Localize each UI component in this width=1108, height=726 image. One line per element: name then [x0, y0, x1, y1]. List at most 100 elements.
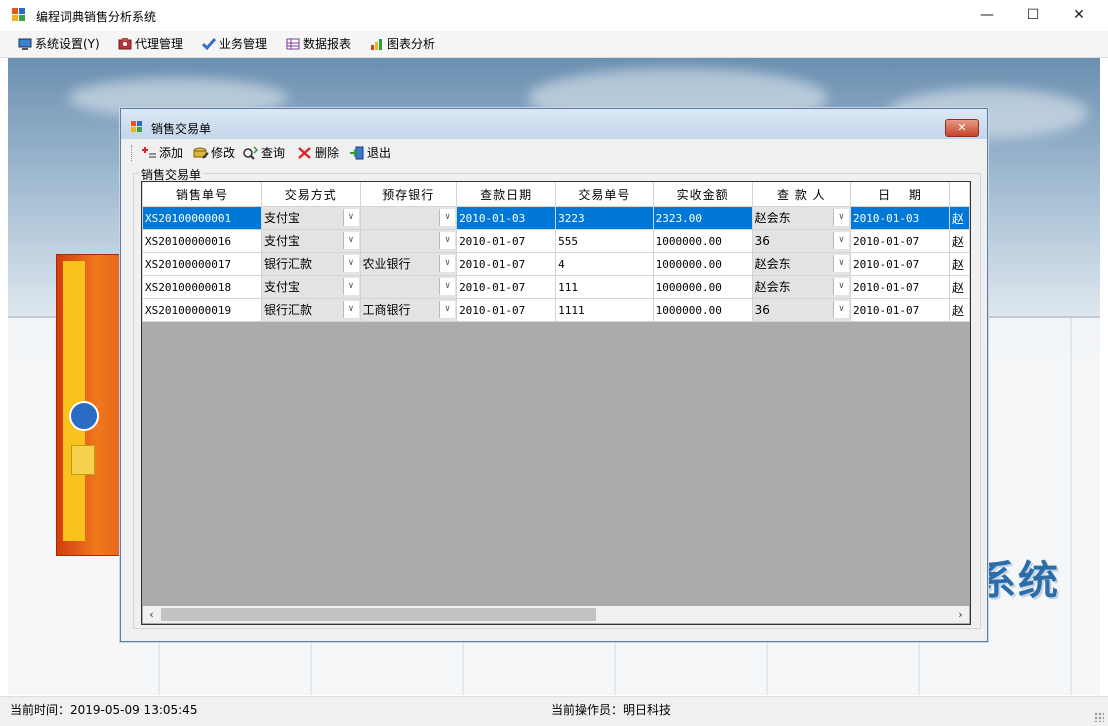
table-cell[interactable]: 赵 [949, 275, 970, 299]
scroll-thumb[interactable] [161, 608, 596, 621]
combo-cell[interactable]: ∨ [359, 206, 458, 230]
maximize-button[interactable]: ☐ [1010, 0, 1056, 31]
combo-value: 银行汇款 [264, 257, 313, 271]
delete-button[interactable]: 删除 [297, 145, 339, 161]
column-header[interactable]: 销售单号 [142, 182, 263, 207]
table-cell[interactable]: 3223 [555, 206, 654, 230]
query-button[interactable]: 查询 [243, 145, 285, 161]
close-button[interactable]: ✕ [1056, 0, 1102, 31]
column-header[interactable]: 实收金额 [652, 182, 753, 207]
toolbar-grip[interactable] [131, 145, 134, 161]
combo-cell[interactable]: 银行汇款 ∨ [261, 298, 361, 322]
exit-button[interactable]: 退出 [349, 145, 391, 161]
table-cell[interactable]: 1000000.00 [652, 229, 753, 253]
table-cell[interactable]: 2010-01-03 [456, 206, 557, 230]
table-cell[interactable]: 2010-01-07 [850, 229, 951, 253]
table-cell[interactable]: 4 [555, 252, 654, 276]
chevron-down-icon[interactable]: ∨ [439, 209, 456, 226]
table-cell[interactable]: XS20100000017 [142, 252, 263, 276]
column-header[interactable]: 交易方式 [261, 182, 361, 207]
child-close-button[interactable]: ✕ [945, 119, 979, 137]
combo-cell[interactable]: 支付宝 ∨ [261, 229, 361, 253]
menu-agent-management[interactable]: 代理管理 [118, 35, 183, 53]
chevron-down-icon[interactable]: ∨ [439, 255, 456, 272]
column-header[interactable]: 交易单号 [555, 182, 654, 207]
table-cell[interactable]: XS20100000016 [142, 229, 263, 253]
edit-button[interactable]: 修改 [193, 145, 235, 161]
table-cell[interactable]: 1000000.00 [652, 298, 753, 322]
menu-label: 系统设置(Y) [35, 37, 100, 51]
table-cell[interactable]: 赵 [949, 229, 970, 253]
chevron-down-icon[interactable]: ∨ [833, 301, 850, 318]
horizontal-scrollbar[interactable]: ‹ › [143, 606, 969, 623]
table-row[interactable]: XS20100000018 支付宝 ∨ ∨ 2010-01-07 111 1000000.0… [142, 275, 970, 299]
combo-cell[interactable]: 支付宝 ∨ [261, 275, 361, 299]
chevron-down-icon[interactable]: ∨ [342, 278, 359, 295]
table-cell[interactable]: 2010-01-07 [850, 252, 951, 276]
chevron-down-icon[interactable]: ∨ [439, 278, 456, 295]
table-cell[interactable]: 1000000.00 [652, 275, 753, 299]
scroll-right-button[interactable]: › [952, 606, 969, 623]
combo-cell[interactable]: 36 ∨ [751, 229, 852, 253]
table-cell[interactable]: 1000000.00 [652, 252, 753, 276]
add-button[interactable]: 添加 [141, 145, 183, 161]
table-row[interactable]: XS20100000017 银行汇款 ∨ 农业银行 ∨ 2010-01-07 4 100000… [142, 252, 970, 276]
table-cell[interactable]: 赵 [949, 298, 970, 322]
chevron-down-icon[interactable]: ∨ [833, 278, 850, 295]
toolbar-label: 删除 [315, 146, 340, 160]
combo-cell[interactable]: 赵会东 ∨ [751, 252, 852, 276]
table-cell[interactable]: 2010-01-03 [850, 206, 951, 230]
transactions-grid[interactable]: 销售单号 交易方式 预存银行 查款日期 交易单号 实收金额 查 款 人 日 期 … [141, 181, 971, 625]
combo-cell[interactable]: 工商银行 ∨ [359, 298, 458, 322]
table-cell[interactable]: 111 [555, 275, 654, 299]
table-cell[interactable]: 2010-01-07 [456, 229, 557, 253]
table-cell[interactable]: XS20100000019 [142, 298, 263, 322]
table-cell[interactable]: 2010-01-07 [850, 298, 951, 322]
column-header[interactable]: 预存银行 [359, 182, 458, 207]
chevron-down-icon[interactable]: ∨ [833, 232, 850, 249]
column-header[interactable]: 查款日期 [456, 182, 557, 207]
combo-cell[interactable]: ∨ [359, 229, 458, 253]
chevron-down-icon[interactable]: ∨ [342, 209, 359, 226]
table-cell[interactable]: 2010-01-07 [850, 275, 951, 299]
table-cell[interactable]: 2010-01-07 [456, 252, 557, 276]
table-cell[interactable]: 2010-01-07 [456, 275, 557, 299]
chevron-down-icon[interactable]: ∨ [342, 301, 359, 318]
table-cell[interactable]: 1111 [555, 298, 654, 322]
menu-bar: 系统设置(Y) 代理管理 业务管理 数据报表 图表分析 [0, 31, 1108, 58]
chevron-down-icon[interactable]: ∨ [342, 232, 359, 249]
table-row[interactable]: XS20100000001 支付宝 ∨ ∨ 2010-01-03 3223 2323.00 赵… [142, 206, 970, 230]
chevron-down-icon[interactable]: ∨ [833, 255, 850, 272]
resize-grip[interactable] [1094, 712, 1104, 722]
menu-business-management[interactable]: 业务管理 [201, 35, 267, 53]
combo-cell[interactable]: 农业银行 ∨ [359, 252, 458, 276]
combo-cell[interactable]: ∨ [359, 275, 458, 299]
chevron-down-icon[interactable]: ∨ [833, 209, 850, 226]
table-row[interactable]: XS20100000019 银行汇款 ∨ 工商银行 ∨ 2010-01-07 1111 100… [142, 298, 970, 322]
combo-cell[interactable]: 36 ∨ [751, 298, 852, 322]
menu-system-settings[interactable]: 系统设置(Y) [18, 35, 100, 53]
table-cell[interactable]: 赵 [949, 252, 970, 276]
scroll-left-button[interactable]: ‹ [143, 606, 160, 623]
chevron-down-icon[interactable]: ∨ [342, 255, 359, 272]
table-row[interactable]: XS20100000016 支付宝 ∨ ∨ 2010-01-07 555 1000000.0… [142, 229, 970, 253]
table-cell[interactable]: 赵 [949, 206, 970, 230]
combo-cell[interactable]: 赵会东 ∨ [751, 206, 852, 230]
combo-cell[interactable]: 赵会东 ∨ [751, 275, 852, 299]
menu-data-report[interactable]: 数据报表 [286, 35, 351, 53]
table-cell[interactable]: XS20100000001 [142, 206, 263, 230]
table-cell[interactable]: 2323.00 [652, 206, 753, 230]
column-header[interactable]: 查 款 人 [751, 182, 852, 207]
menu-chart-analysis[interactable]: 图表分析 [370, 35, 435, 53]
chevron-down-icon[interactable]: ∨ [439, 301, 456, 318]
combo-cell[interactable]: 支付宝 ∨ [261, 206, 361, 230]
minimize-button[interactable]: — [964, 0, 1010, 31]
table-cell[interactable]: 555 [555, 229, 654, 253]
table-cell[interactable]: XS20100000018 [142, 275, 263, 299]
combo-cell[interactable]: 银行汇款 ∨ [261, 252, 361, 276]
toolbar-label: 添加 [159, 146, 184, 160]
column-header[interactable] [949, 182, 970, 207]
chevron-down-icon[interactable]: ∨ [439, 232, 456, 249]
column-header[interactable]: 日 期 [850, 182, 951, 207]
table-cell[interactable]: 2010-01-07 [456, 298, 557, 322]
